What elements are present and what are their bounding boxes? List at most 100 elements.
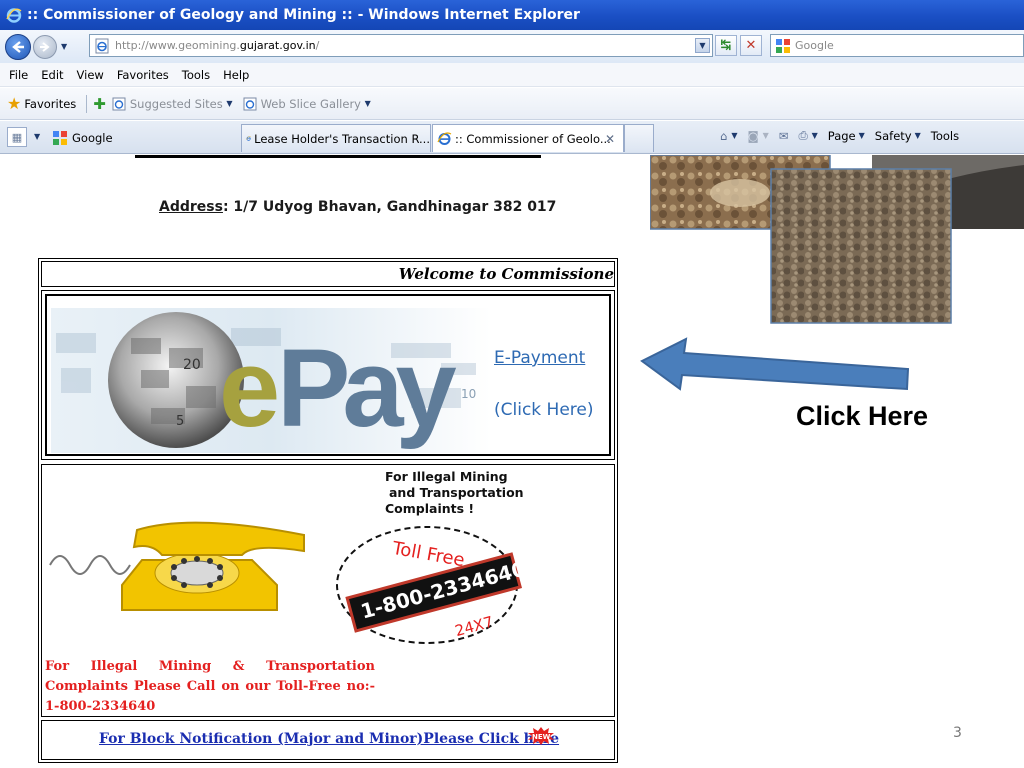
read-mail-icon[interactable]: ✉ xyxy=(779,129,789,143)
annotation-arrow-icon xyxy=(640,337,910,391)
close-tab-icon[interactable]: ✕ xyxy=(605,132,615,146)
address-value: : 1/7 Udyog Bhavan, Gandhinagar 382 017 xyxy=(222,199,557,215)
address-row: ▼ http://www.geomining.gujarat.gov.in/ ▼… xyxy=(0,30,1024,63)
feeds-icon[interactable]: ◙ xyxy=(747,129,758,143)
welcome-text: Welcome to Commissione xyxy=(398,265,614,283)
block-notification-row: For Block Notification (Major and Minor)… xyxy=(41,720,615,760)
quick-tabs-grid-icon: ▦ xyxy=(11,130,23,144)
toll-free-title: Toll Free xyxy=(390,538,466,572)
phone-dial xyxy=(170,560,224,586)
url-prefix: http://www.geomining. xyxy=(115,39,240,52)
recent-pages-dropdown-icon[interactable]: ▼ xyxy=(61,42,67,51)
e-payment-link[interactable]: E-Payment xyxy=(494,348,585,368)
url-domain: gujarat.gov.in xyxy=(239,39,316,52)
ie-logo-icon xyxy=(437,132,452,145)
menu-tools[interactable]: Tools xyxy=(182,68,210,82)
forward-arrow-icon xyxy=(40,41,50,52)
stop-button[interactable]: ✕ xyxy=(740,35,762,56)
globe-number: 5 xyxy=(176,414,184,429)
web-slice-gallery-label: Web Slice Gallery xyxy=(260,96,361,111)
slide-number: 3 xyxy=(953,725,962,741)
heading-line: For Illegal Mining xyxy=(385,469,508,484)
ie-page-icon xyxy=(243,97,257,110)
page-menu[interactable]: Page xyxy=(828,129,856,143)
web-slice-gallery-link[interactable]: Web Slice Gallery ▼ xyxy=(243,97,371,111)
address-dropdown-button[interactable]: ▼ xyxy=(695,38,710,53)
safety-menu[interactable]: Safety xyxy=(875,129,912,143)
favorites-bar: ★ Favorites ✚ Suggested Sites ▼ Web Slic… xyxy=(0,88,1024,120)
tab-lease-label: Lease Holder's Transaction R... xyxy=(254,131,430,146)
dropdown-arrow-icon[interactable]: ▼ xyxy=(915,131,921,140)
print-icon[interactable]: ⎙ xyxy=(798,128,807,143)
back-button[interactable] xyxy=(5,33,31,60)
click-here-link[interactable]: (Click Here) xyxy=(494,400,594,420)
ie-page-icon xyxy=(95,38,109,53)
heading-line: and Transportation xyxy=(389,485,524,500)
menu-edit[interactable]: Edit xyxy=(41,68,63,82)
tab-list-dropdown-icon[interactable]: ▼ xyxy=(34,132,40,141)
tab-bar: ▦ ▼ Google Lease Holder's Transaction R.… xyxy=(0,121,1024,154)
favorites-button[interactable]: ★ Favorites xyxy=(7,94,76,113)
menu-view[interactable]: View xyxy=(77,68,104,82)
dropdown-arrow-icon[interactable]: ▼ xyxy=(763,131,769,140)
new-badge-icon: NEW xyxy=(528,727,554,745)
url-text[interactable]: http://www.geomining.gujarat.gov.in/ xyxy=(115,39,319,52)
window-title: :: Commissioner of Geology and Mining ::… xyxy=(27,7,580,23)
dropdown-arrow-icon: ▼ xyxy=(226,99,233,108)
epay-banner-image[interactable]: 20 5 10 e Pay xyxy=(51,308,491,453)
compatibility-refresh-button[interactable]: ↹ xyxy=(715,35,737,56)
globe-number: 20 xyxy=(183,357,201,373)
google-icon xyxy=(53,131,67,145)
quick-tabs-button[interactable]: ▦ xyxy=(7,127,27,147)
add-to-favorites-icon[interactable]: ✚ xyxy=(93,95,106,113)
title-underline xyxy=(135,155,541,158)
ie-page-icon xyxy=(112,97,126,110)
complaints-row: For Illegal Mining and Transportation Co… xyxy=(41,464,615,717)
mining-photo-collage xyxy=(650,155,1024,324)
toll-free-badge: Toll Free 1-800-2334640 24X7 xyxy=(336,526,528,644)
epay-banner-box[interactable]: 20 5 10 e Pay E-Payment (Click Here) xyxy=(45,294,611,456)
tab-google-label: Google xyxy=(72,131,113,145)
favorites-divider xyxy=(86,94,88,113)
menu-bar: File Edit View Favorites Tools Help xyxy=(0,63,1024,87)
dropdown-arrow-icon: ▼ xyxy=(364,99,371,108)
welcome-marquee: Welcome to Commissione xyxy=(41,261,615,287)
address-label: Address xyxy=(159,199,223,215)
block-notification-link[interactable]: For Block Notification (Major and Minor)… xyxy=(99,731,559,747)
epay-e-letter: e xyxy=(219,327,277,450)
menu-file[interactable]: File xyxy=(9,68,28,82)
mining-photo xyxy=(770,168,952,324)
tools-menu[interactable]: Tools xyxy=(931,129,959,143)
complaint-instructions: For Illegal Mining & Transportation Comp… xyxy=(45,659,375,714)
epay-row: 20 5 10 e Pay E-Payment (Click Here) xyxy=(41,290,615,460)
favorites-label: Favorites xyxy=(24,96,77,111)
dropdown-arrow-icon[interactable]: ▼ xyxy=(859,131,865,140)
ie-logo-icon xyxy=(246,136,251,141)
illegal-mining-heading: For Illegal Mining and Transportation Co… xyxy=(385,469,524,517)
command-bar: ⌂ ▼ ◙ ▼ ✉ ⎙ ▼ Page ▼ Safety ▼ Tools xyxy=(720,128,962,143)
new-tab-button[interactable] xyxy=(624,124,654,152)
new-badge-text: NEW xyxy=(532,733,551,741)
dropdown-arrow-icon[interactable]: ▼ xyxy=(731,131,737,140)
stop-x-icon: ✕ xyxy=(745,38,757,53)
search-box[interactable]: Google xyxy=(770,34,1024,57)
office-address: Address: 1/7 Udyog Bhavan, Gandhinagar 3… xyxy=(159,199,556,215)
tab-commissioner[interactable]: :: Commissioner of Geolo... ✕ xyxy=(432,124,624,152)
menu-help[interactable]: Help xyxy=(223,68,249,82)
dropdown-arrow-icon[interactable]: ▼ xyxy=(812,131,818,140)
tab-lease-holder[interactable]: Lease Holder's Transaction R... xyxy=(241,124,431,152)
suggested-sites-link[interactable]: Suggested Sites ▼ xyxy=(112,97,233,111)
tab-google[interactable]: Google xyxy=(48,124,242,152)
main-table: Welcome to Commissione 20 5 10 e Pay E-P… xyxy=(38,258,618,763)
forward-button[interactable] xyxy=(33,34,57,59)
home-icon[interactable]: ⌂ xyxy=(720,129,727,143)
window-titlebar[interactable]: :: Commissioner of Geology and Mining ::… xyxy=(0,0,1024,30)
url-suffix: / xyxy=(315,39,320,52)
phone-cord xyxy=(49,555,131,575)
click-here-annotation: Click Here xyxy=(796,401,929,431)
address-bar[interactable]: http://www.geomining.gujarat.gov.in/ ▼ xyxy=(89,34,713,57)
toll-free-hours: 24X7 xyxy=(453,613,495,640)
suggested-sites-label: Suggested Sites xyxy=(129,96,223,111)
google-icon xyxy=(776,38,790,53)
menu-favorites[interactable]: Favorites xyxy=(117,68,169,82)
